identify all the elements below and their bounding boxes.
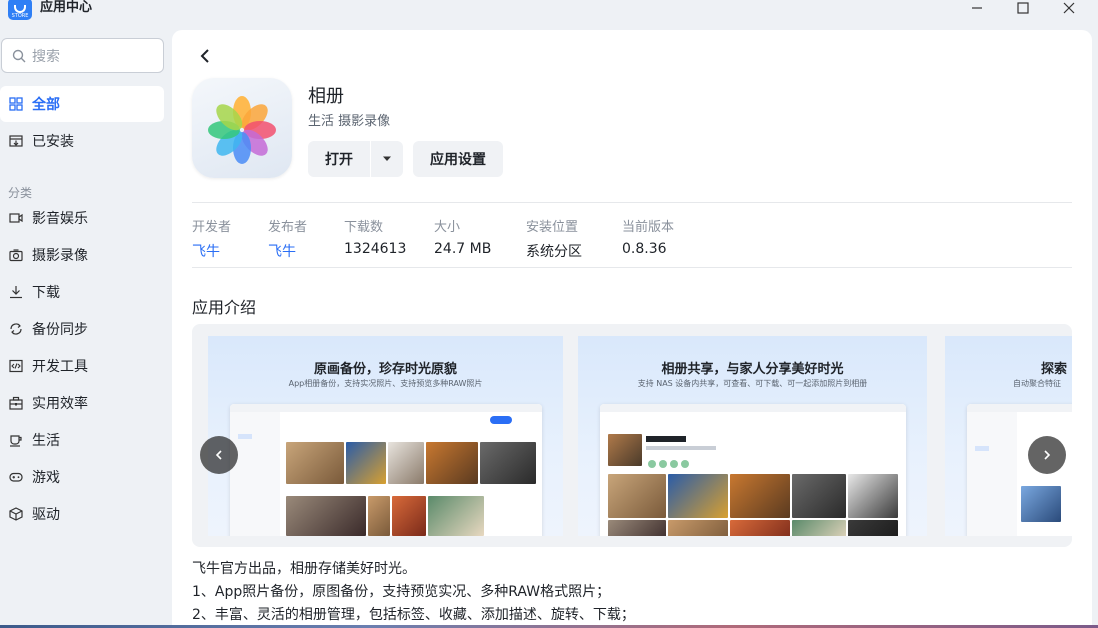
info-location: 安装位置 系统分区 (526, 216, 582, 261)
info-key: 发布者 (268, 220, 308, 235)
intro-title: 应用介绍 (192, 298, 257, 317)
info-version: 当前版本 0.8.36 (622, 216, 674, 257)
developer-link[interactable]: 飞牛 (192, 241, 231, 261)
sidebar-item-label: 实用效率 (32, 396, 88, 412)
sidebar-item-devtools[interactable]: 开发工具 (0, 348, 164, 384)
info-value: 24.7 MB (434, 241, 492, 257)
info-key: 开发者 (192, 220, 232, 235)
screenshot-carousel: 原画备份，珍存时光原貌 App相册备份，支持实况照片、支持预览多种RAW照片 相… (192, 324, 1072, 547)
open-button-label: 打开 (325, 152, 353, 168)
photos-app-icon (192, 78, 292, 178)
sidebar-item-label: 下载 (32, 285, 60, 301)
toolbox-icon (8, 395, 24, 411)
info-size: 大小 24.7 MB (434, 216, 491, 257)
sidebar-item-life[interactable]: 生活 (0, 422, 164, 458)
minimize-icon[interactable] (967, 0, 987, 16)
sidebar-item-video[interactable]: 影音娱乐 (0, 200, 164, 236)
sidebar-item-label: 影音娱乐 (32, 211, 88, 227)
cube-icon (8, 506, 24, 522)
info-key: 安装位置 (526, 220, 579, 235)
sidebar-item-label: 游戏 (32, 470, 60, 486)
sidebar-item-label: 全部 (32, 97, 60, 113)
title-bar: STORE 应用中心 (0, 0, 1098, 22)
sidebar-item-productivity[interactable]: 实用效率 (0, 385, 164, 421)
logo-text: STORE (11, 13, 29, 19)
description-line: 1、App照片备份，原图备份，支持预览实况、多种RAW格式照片； (192, 584, 611, 600)
installed-icon (8, 133, 24, 149)
screenshot-mock-window (230, 404, 542, 536)
divider (192, 202, 1072, 203)
description-line: 飞牛官方出品，相册存储美好时光。 (192, 561, 416, 577)
publisher-link[interactable]: 飞牛 (268, 241, 307, 261)
grid-icon (8, 96, 24, 112)
screenshot-subtitle: App相册备份，支持实况照片、支持预览多种RAW照片 (288, 379, 483, 388)
chevron-left-icon (215, 450, 222, 460)
sidebar-item-download[interactable]: 下载 (0, 274, 164, 310)
sidebar-item-label: 生活 (32, 433, 60, 449)
info-developer: 开发者 飞牛 (192, 216, 231, 261)
sidebar-item-installed[interactable]: 已安装 (0, 123, 164, 159)
code-icon (8, 358, 24, 374)
close-icon[interactable] (1059, 0, 1079, 16)
screenshot-subtitle: 支持 NAS 设备内共享，可查看、可下载、可一起添加照片到相册 (637, 379, 868, 388)
search-input[interactable]: 搜索 (1, 38, 164, 73)
screenshot-1[interactable]: 原画备份，珍存时光原貌 App相册备份，支持实况照片、支持预览多种RAW照片 (208, 336, 563, 536)
download-icon (8, 284, 24, 300)
app-categories: 生活 摄影录像 (308, 114, 391, 129)
app-name: 相册 (308, 86, 344, 107)
category-section-label: 分类 (8, 186, 33, 200)
back-icon[interactable] (196, 46, 216, 66)
chevron-right-icon (1044, 450, 1051, 460)
carousel-prev-button[interactable] (200, 436, 238, 474)
screenshot-heading: 原画备份，珍存时光原貌 (313, 362, 457, 377)
caret-down-icon[interactable] (371, 156, 403, 162)
store-logo-icon: STORE (8, 0, 32, 20)
screenshot-subtitle: 自动聚合特征 (1013, 379, 1061, 388)
screenshot-mock-window (600, 404, 906, 536)
app-settings-button[interactable]: 应用设置 (413, 141, 503, 177)
info-value: 0.8.36 (622, 241, 667, 257)
sidebar-item-label: 摄影录像 (32, 248, 88, 264)
maximize-icon[interactable] (1013, 0, 1033, 16)
camera-icon (8, 247, 24, 263)
info-downloads: 下载数 1324613 (344, 216, 406, 257)
sidebar-item-camera[interactable]: 摄影录像 (0, 237, 164, 273)
screenshot-heading: 相册共享，与家人分享美好时光 (661, 362, 844, 377)
search-icon (12, 49, 26, 62)
description-line: 2、丰富、灵活的相册管理，包括标签、收藏、添加描述、旋转、下载； (192, 607, 635, 623)
info-publisher: 发布者 飞牛 (268, 216, 307, 261)
info-value: 系统分区 (526, 244, 582, 260)
screenshot-heading: 探索 (1041, 362, 1068, 377)
info-key: 下载数 (344, 220, 384, 235)
screenshot-2[interactable]: 相册共享，与家人分享美好时光 支持 NAS 设备内共享，可查看、可下载、可一起添… (578, 336, 927, 536)
sidebar: 搜索 全部 已安装 分类 影音娱乐 摄影录像 下载 备份同步 开发工具 实用效率 (0, 30, 172, 628)
app-detail-panel: 相册 生活 摄影录像 打开 应用设置 开发者 飞牛 发布者 飞牛 下载数 132… (172, 30, 1092, 628)
divider (192, 267, 1072, 268)
video-icon (8, 210, 24, 226)
sidebar-item-drivers[interactable]: 驱动 (0, 496, 164, 532)
info-key: 大小 (434, 220, 461, 235)
sidebar-item-all[interactable]: 全部 (0, 86, 164, 122)
sidebar-item-label: 驱动 (32, 507, 60, 523)
info-key: 当前版本 (622, 220, 675, 235)
sidebar-item-label: 备份同步 (32, 322, 88, 338)
sidebar-item-label: 已安装 (32, 134, 74, 150)
carousel-next-button[interactable] (1028, 436, 1066, 474)
cup-icon (8, 432, 24, 448)
sync-icon (8, 321, 24, 337)
window-title: 应用中心 (40, 0, 93, 15)
open-button[interactable]: 打开 (308, 141, 403, 177)
sidebar-item-sync[interactable]: 备份同步 (0, 311, 164, 347)
sidebar-item-games[interactable]: 游戏 (0, 459, 164, 495)
info-value: 1324613 (344, 241, 407, 257)
sidebar-item-label: 开发工具 (32, 359, 88, 375)
search-placeholder: 搜索 (32, 48, 60, 65)
gamepad-icon (8, 469, 24, 485)
window-edge (1092, 30, 1098, 628)
